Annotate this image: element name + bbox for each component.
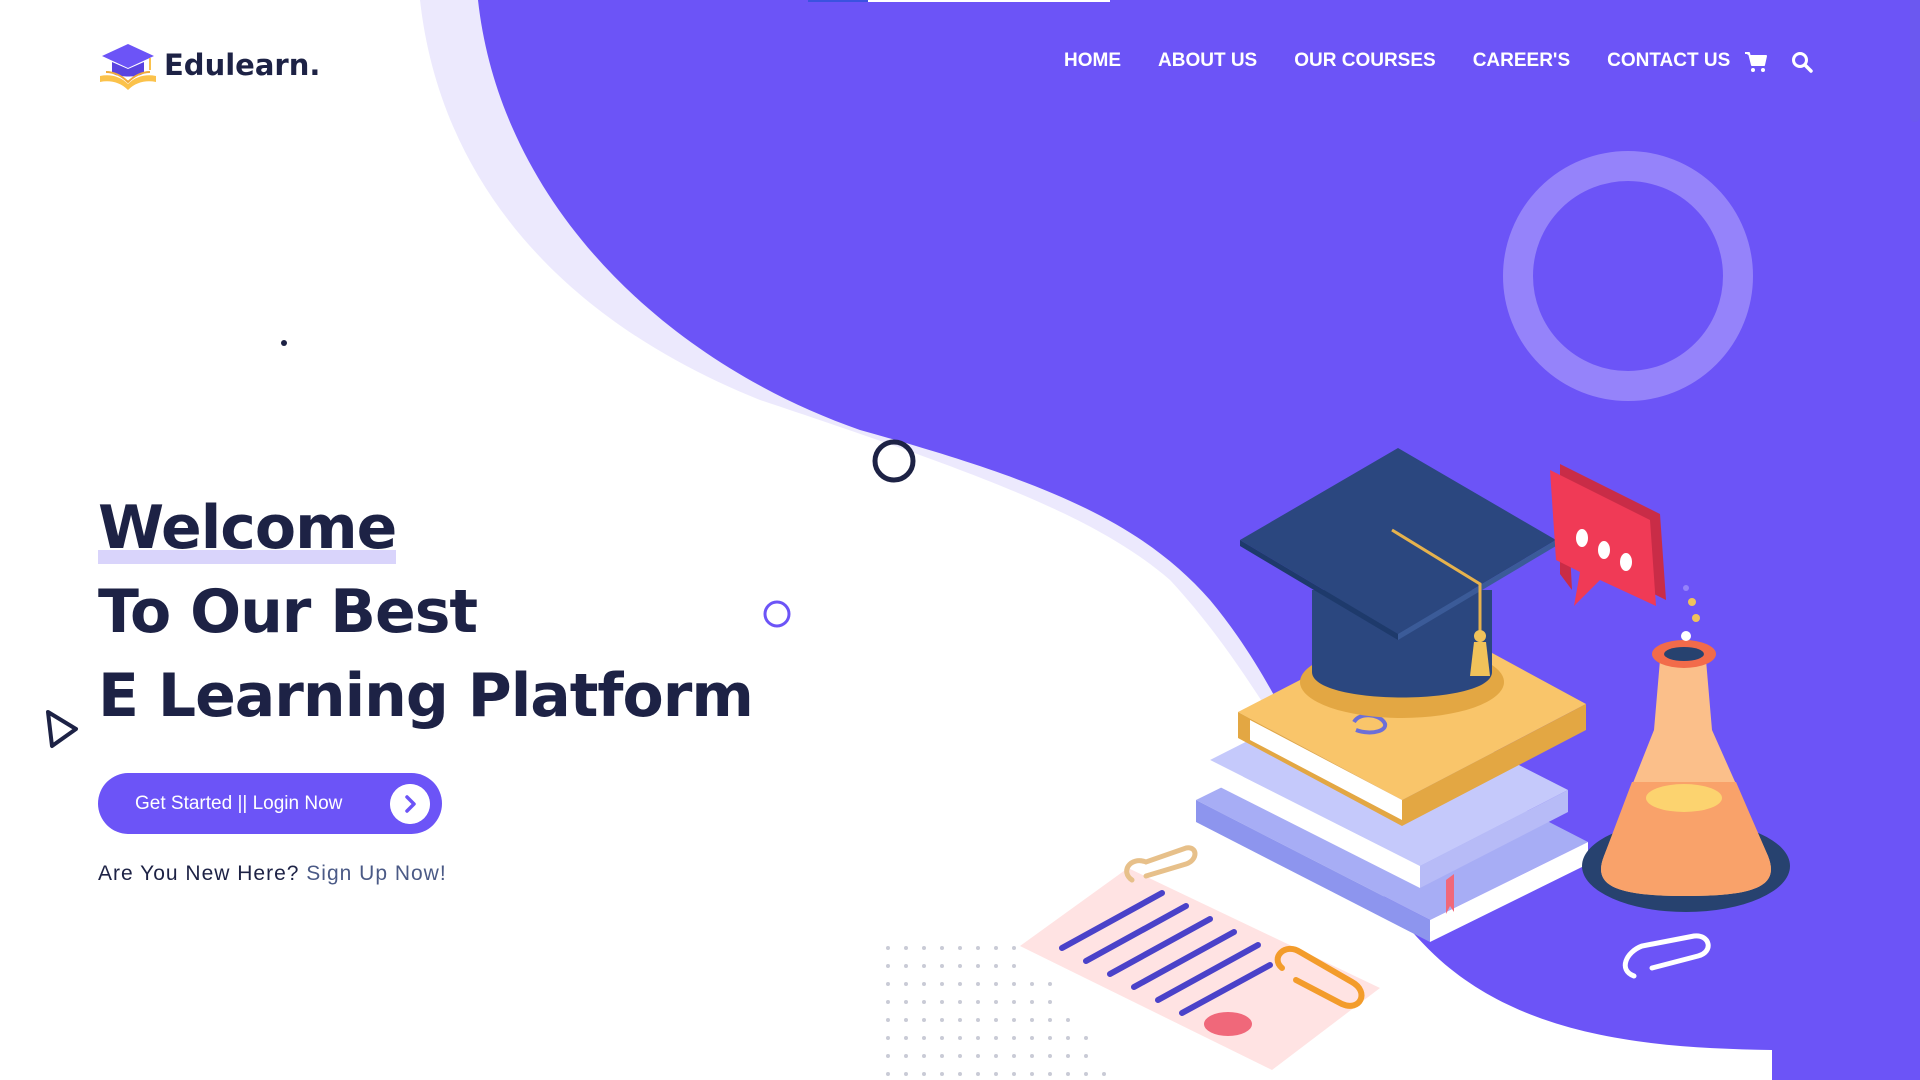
decor-ring-purple	[763, 600, 791, 628]
hero-title-line-2: To Our Best	[98, 577, 478, 647]
signup-prefix: Are You New Here?	[98, 862, 300, 885]
chevron-right-icon	[390, 784, 430, 824]
page: Edulearn. HOME ABOUT US OUR COURSES CARE…	[0, 0, 1920, 1080]
graduation-cap-book-icon	[100, 44, 156, 90]
nav-icons	[1744, 50, 1814, 74]
nav-home[interactable]: HOME	[1064, 50, 1121, 72]
shopping-cart-icon[interactable]	[1744, 50, 1768, 74]
decor-triangle	[46, 710, 78, 748]
nav-careers[interactable]: CAREER'S	[1473, 50, 1570, 72]
top-progress-indicator	[808, 0, 868, 2]
scrollbar-thumb[interactable]	[1910, 0, 1920, 122]
main-navigation: HOME ABOUT US OUR COURSES CAREER'S CONTA…	[1064, 50, 1730, 72]
brand-name: Edulearn.	[164, 48, 321, 82]
brand-logo[interactable]: Edulearn.	[98, 38, 320, 92]
nav-about-us[interactable]: ABOUT US	[1158, 50, 1257, 72]
search-icon[interactable]	[1790, 50, 1814, 74]
decor-dot	[281, 340, 287, 346]
hero-title-line-3: E Learning Platform	[98, 661, 754, 731]
hero-title-highlight: Welcome	[98, 486, 397, 570]
cta-label: Get Started || Login Now	[135, 792, 343, 814]
get-started-login-button[interactable]: Get Started || Login Now	[98, 773, 442, 834]
decor-ring-dark	[872, 439, 916, 483]
nav-our-courses[interactable]: OUR COURSES	[1294, 50, 1435, 72]
nav-contact-us[interactable]: CONTACT US	[1607, 50, 1730, 72]
signup-prompt: Are You New Here? Sign Up Now!	[98, 862, 447, 886]
hero-title: Welcome To Our Best E Learning Platform	[98, 486, 754, 738]
sign-up-link[interactable]: Sign Up Now!	[306, 862, 446, 885]
hero-title-line-1: Welcome	[98, 486, 753, 570]
